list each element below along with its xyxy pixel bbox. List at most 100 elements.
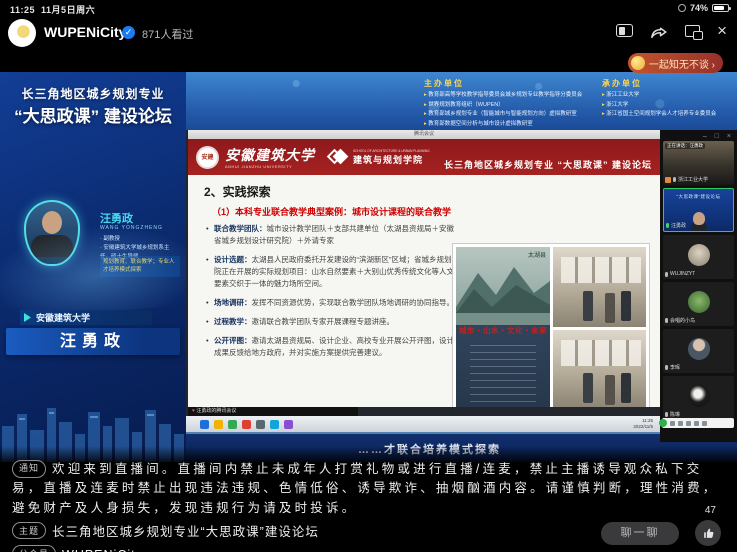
wechat-icon (659, 419, 667, 427)
organizer-item: 教育部数据空间分析与城市设计虚拟教研室 (424, 120, 596, 130)
slide-bullet: 设计选题：太湖县人民政府委托开发建设的“滨湖新区”区域；省城乡规划院正在开展的实… (206, 254, 456, 290)
account-link[interactable]: WUPENiCity › (62, 548, 152, 552)
participant-tile: 李晖 (663, 329, 734, 373)
slide-bullet: 联合教学团队：城市设计教学团队＋支部共建单位（太湖县资规局＋安徽省城乡规划设计研… (206, 223, 456, 247)
university-seal-icon: 安建 (196, 146, 219, 169)
participant-avatar (688, 338, 710, 360)
topic-text: 长三角地区城乡规划专业“大思政课”建设论坛 (52, 525, 319, 539)
forum-title-line2: “大思政课” 建设论坛 (0, 102, 186, 127)
speaking-indicator: 正在讲话：汪勇政 (665, 143, 705, 149)
share-icon[interactable] (650, 23, 668, 38)
hosts-heading: 承办单位 (602, 78, 734, 89)
sidebar-window-controls: – □ × (663, 132, 734, 141)
participant-name: 浙江工业大学 (678, 176, 708, 183)
status-time-date: 11:25 11月5日周六 (10, 3, 95, 16)
picture-in-picture-icon[interactable] (685, 25, 700, 37)
bottom-overlay: 通知欢迎来到直播间。直播间内禁止未成年人打赏礼物或进行直播/连麦，禁止主播诱导观… (0, 446, 737, 552)
slide-forum-title: 长三角地区城乡规划专业 “大思政课” 建设论坛 (430, 158, 660, 175)
rotation-lock-icon (678, 4, 686, 12)
room-avatar-icon (665, 177, 671, 183)
channel-name[interactable]: WUPENiCity (44, 24, 126, 40)
participant-avatar (688, 244, 710, 266)
taskbar-app-icon (242, 420, 251, 429)
participant-name: WUJINZYT (670, 271, 695, 277)
notice-text: 欢迎来到直播间。直播间内禁止未成年人打赏礼物或进行直播/连麦，禁止主播诱导观众私… (12, 462, 719, 515)
taskbar-app-icon (214, 420, 223, 429)
participant-list: WUJINZYT 会唱的小鸟 (663, 235, 734, 420)
hosts-list: 浙江工业大学浙江大学浙江省国土空间规划学会人才培养专业委员会 (602, 91, 734, 120)
slide-bullet-list: 联合教学团队：城市设计教学团队＋支部共建单位（太湖县资规局＋安徽省城乡规划设计研… (206, 223, 456, 366)
taskbar-app-icon (256, 420, 265, 429)
official-account-row[interactable]: 公众号 WUPENiCity › (12, 545, 725, 552)
slide-bullet: 场地调研：发挥不同资源优势，实现联合教学团队场地调研的协同指导。 (206, 297, 456, 309)
host-item: 浙江省国土空间规划学会人才培养专业委员会 (602, 110, 734, 120)
mini-slide-text: “大思政课”建设论坛 (664, 194, 733, 200)
participant-name: 李晖 (670, 364, 680, 371)
school-logo-icon (329, 149, 345, 165)
taihu-poster-image: 太湖县 城市・山水・文化・未来 (456, 247, 550, 407)
participant-avatar (688, 291, 710, 313)
muted-mic-icon (673, 177, 676, 182)
participant-tile: 会唱的小鸟 (663, 282, 734, 326)
taskbar-app-icon (200, 420, 209, 429)
school-name: 建筑与规划学院 (353, 153, 430, 166)
light-flare-decoration (0, 214, 186, 320)
poster-fineprint (470, 345, 536, 405)
organizers-heading: 主办单位 (424, 78, 596, 89)
meeting-overlay-bar: 汪勇政的腾讯会议 (188, 407, 358, 416)
organizers-block: 主办单位 教育部高等学校教学指导委员会城乡规划专业教学指导分委员会世界规划教育组… (424, 78, 596, 130)
close-icon[interactable]: × (717, 22, 727, 39)
taskbar-app-icon (284, 420, 293, 429)
battery-icon (712, 4, 729, 12)
slide-case-heading: （1）本科专业联合教学典型案例：城市设计课程的联合教学 (212, 205, 451, 218)
like-count: 47 (705, 505, 716, 516)
slide-section-title: 2、实践探索 (204, 183, 271, 200)
speaker-university-ribbon: 安徽建筑大学 (20, 310, 152, 325)
university-name-en: ANHUI JIANZHU UNIVERSITY (225, 165, 315, 169)
participant-tile: 陈琳 (663, 376, 734, 420)
account-badge: 公众号 (12, 545, 56, 552)
host-item: 浙江工业大学 (602, 91, 734, 101)
muted-mic-icon (665, 318, 668, 323)
stream-left-panel: 长三角地区城乡规划专业 “大思政课” 建设论坛 汪勇政 WANG YONGZHE… (0, 72, 186, 462)
hosts-block: 承办单位 浙江工业大学浙江大学浙江省国土空间规划学会人才培养专业委员会 (602, 78, 734, 120)
topic-badge: 主题 (12, 522, 46, 539)
verified-badge-icon: ✓ (122, 26, 135, 39)
system-tray-clock: 11:25 2022/11/5 (633, 418, 653, 430)
forum-title-line1: 长三角地区城乡规划专业 (0, 85, 186, 102)
like-button[interactable] (695, 520, 721, 546)
university-name: 安徽建筑大学 (225, 145, 315, 165)
video-player[interactable]: 长三角地区城乡规划专业 “大思政课” 建设论坛 汪勇政 WANG YONGZHE… (0, 72, 737, 462)
app-header: WUPENiCity ✓ 871人看过 × (0, 16, 737, 52)
chat-promo-button[interactable]: 一起知无不谈 › (628, 53, 723, 73)
participant-avatar (688, 385, 710, 407)
poster-county-label: 太湖县 (528, 250, 546, 259)
poster-slogan: 城市・山水・文化・未来 (459, 325, 547, 336)
chat-button[interactable]: 聊一聊 (601, 522, 679, 545)
status-bar: 11:25 11月5日周六 74% (0, 3, 737, 17)
exhibition-photo-2 (553, 330, 646, 408)
viewer-count: 871人看过 (142, 26, 193, 42)
active-mic-icon (666, 223, 669, 228)
participant-active-speaker: “大思政课”建设论坛 汪勇政 (663, 188, 734, 232)
participant-name: 汪勇政 (671, 222, 686, 229)
participant-name: 会唱的小鸟 (670, 317, 695, 324)
muted-mic-icon (665, 412, 668, 417)
floating-toolbar (662, 418, 734, 428)
promo-mascot-icon (631, 56, 645, 70)
participants-sidebar: – □ × 正在讲话：汪勇政 浙江工业大学 “大思政课”建设论坛 汪勇政 (660, 130, 737, 442)
speaker-name-ribbon: 汪勇政 (6, 328, 180, 355)
taskbar-app-icon (228, 420, 237, 429)
organizers-list: 教育部高等学校教学指导委员会城乡规划专业教学指导分委员会世界规划教育组织（WUP… (424, 91, 596, 130)
organizer-item: 世界规划教育组织（WUPEN） (424, 101, 596, 111)
channel-avatar[interactable] (8, 19, 36, 47)
slide-image-panel: 太湖县 城市・山水・文化・未来 (452, 243, 650, 407)
slide-body: 2、实践探索 （1）本科专业联合教学典型案例：城市设计课程的联合教学 联合教学团… (188, 175, 660, 407)
muted-mic-icon (665, 272, 668, 277)
clock: 11:25 (10, 5, 35, 15)
theater-mode-icon[interactable] (616, 24, 633, 37)
slide-bullet: 过程教学：邀请联合教学团队专家开展课程专题讲座。 (206, 316, 456, 328)
notice-badge: 通知 (12, 460, 46, 478)
taskbar-app-icon (270, 420, 279, 429)
speaker-webcam-face (693, 212, 705, 225)
